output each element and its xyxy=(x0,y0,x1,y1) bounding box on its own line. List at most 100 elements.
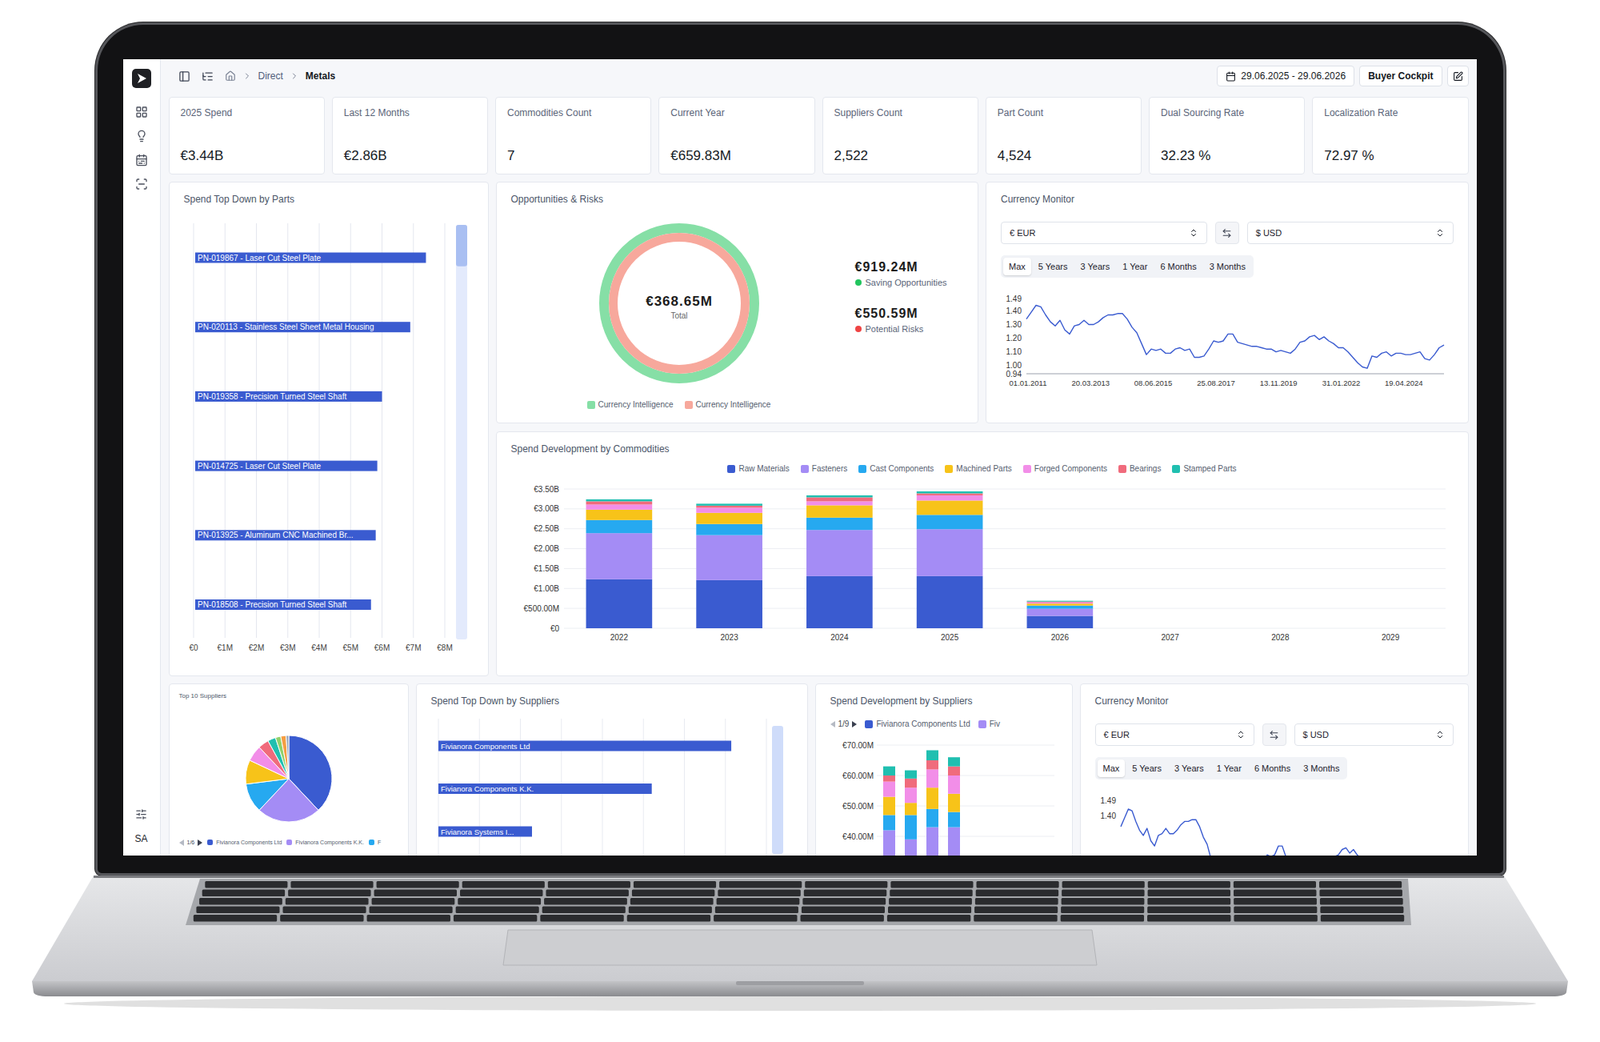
key[interactable] xyxy=(719,880,802,888)
bar-segment[interactable] xyxy=(1026,605,1093,609)
range-tab[interactable]: 3 Years xyxy=(1168,759,1210,777)
key[interactable] xyxy=(288,889,371,897)
legend-item[interactable]: Machined Parts xyxy=(944,463,1012,475)
range-tab[interactable]: 3 Months xyxy=(1297,759,1345,777)
key[interactable] xyxy=(1147,914,1231,922)
key[interactable] xyxy=(1319,880,1402,888)
key[interactable] xyxy=(1147,906,1231,914)
previous-page-icon[interactable] xyxy=(179,839,184,846)
range-tab[interactable]: 5 Years xyxy=(1032,257,1074,276)
legend-item[interactable]: F xyxy=(368,837,381,847)
key[interactable] xyxy=(632,889,715,897)
trackpad[interactable] xyxy=(503,929,1097,965)
key[interactable] xyxy=(1233,906,1317,914)
breadcrumb-item[interactable]: Direct xyxy=(258,69,284,83)
key[interactable] xyxy=(974,906,1058,914)
key[interactable] xyxy=(800,914,884,922)
key[interactable] xyxy=(888,906,972,914)
key[interactable] xyxy=(802,897,886,905)
bar-segment[interactable] xyxy=(883,781,896,797)
bar-segment[interactable] xyxy=(696,535,763,580)
bar-segment[interactable] xyxy=(806,529,873,576)
lightbulb-icon[interactable] xyxy=(135,129,148,143)
bar-segment[interactable] xyxy=(948,775,960,794)
key[interactable] xyxy=(1060,906,1144,914)
key[interactable] xyxy=(545,889,628,897)
next-page-icon[interactable] xyxy=(197,839,203,846)
bar-segment[interactable] xyxy=(806,576,873,628)
key[interactable] xyxy=(717,889,800,897)
legend-item[interactable]: Raw Materials xyxy=(727,463,789,475)
pie-slice[interactable] xyxy=(280,735,288,779)
bar-segment[interactable] xyxy=(585,509,652,520)
bar-segment[interactable] xyxy=(883,829,896,856)
key[interactable] xyxy=(1233,880,1316,888)
key[interactable] xyxy=(285,897,369,905)
key[interactable] xyxy=(890,880,973,888)
bar-segment[interactable] xyxy=(904,839,917,856)
bar-segment[interactable] xyxy=(916,491,983,493)
legend-item[interactable]: Fivianora Components Ltd xyxy=(207,837,282,847)
bar-segment[interactable] xyxy=(883,814,896,830)
bar-segment[interactable] xyxy=(1026,603,1093,605)
bar-segment[interactable] xyxy=(916,500,983,515)
bar-segment[interactable] xyxy=(696,512,763,524)
key[interactable] xyxy=(889,889,972,897)
key[interactable] xyxy=(1233,889,1316,897)
settings-icon[interactable] xyxy=(135,808,148,820)
bar-segment[interactable] xyxy=(585,532,652,580)
bar-segment[interactable] xyxy=(926,808,939,828)
bar-segment[interactable] xyxy=(696,580,763,628)
bar-segment[interactable] xyxy=(948,756,960,766)
bar-segment[interactable] xyxy=(916,495,983,500)
bar-segment[interactable] xyxy=(904,778,917,788)
key[interactable] xyxy=(976,880,1059,888)
key[interactable] xyxy=(1233,897,1317,905)
legend-item[interactable]: Bearings xyxy=(1118,463,1161,475)
bar-segment[interactable] xyxy=(926,760,939,769)
key[interactable] xyxy=(372,897,456,905)
bar-segment[interactable] xyxy=(806,496,873,501)
bar-segment[interactable] xyxy=(806,495,873,497)
part-bar[interactable]: PN-019358 - Precision Turned Steel Shaft xyxy=(195,391,383,402)
key[interactable] xyxy=(628,906,712,914)
key[interactable] xyxy=(804,889,887,897)
key[interactable] xyxy=(374,889,457,897)
scan-icon[interactable] xyxy=(135,177,148,191)
to-currency-select[interactable]: $ USD xyxy=(1294,723,1454,746)
key[interactable] xyxy=(457,897,541,905)
range-tab[interactable]: 3 Years xyxy=(1074,257,1116,276)
key[interactable] xyxy=(460,889,543,897)
supplier-bar[interactable]: Fivianora Components Ltd xyxy=(438,740,732,752)
tree-icon[interactable] xyxy=(201,70,214,83)
swap-button[interactable] xyxy=(1215,221,1240,244)
key[interactable] xyxy=(280,914,364,922)
bar-segment[interactable] xyxy=(696,524,763,536)
legend-item[interactable]: Fiv xyxy=(978,718,1000,730)
bar-segment[interactable] xyxy=(696,507,763,512)
range-tab[interactable]: 5 Years xyxy=(1126,759,1168,777)
bar-segment[interactable] xyxy=(916,576,983,628)
key[interactable] xyxy=(1061,897,1145,905)
from-currency-select[interactable]: € EUR xyxy=(1000,221,1208,244)
legend-item[interactable]: Fivianora Components K.K. xyxy=(286,837,364,847)
bar-segment[interactable] xyxy=(696,505,763,508)
key[interactable] xyxy=(456,906,540,914)
date-range-button[interactable]: 29.06.2025 - 29.06.2026 xyxy=(1216,65,1355,87)
key[interactable] xyxy=(973,914,1057,922)
key[interactable] xyxy=(1147,897,1231,905)
bar-segment[interactable] xyxy=(904,787,917,803)
swap-button[interactable] xyxy=(1262,723,1287,746)
bar-segment[interactable] xyxy=(696,503,763,505)
range-tab[interactable]: 3 Months xyxy=(1204,257,1252,276)
pie-slice[interactable] xyxy=(285,735,288,779)
key[interactable] xyxy=(202,889,285,897)
key[interactable] xyxy=(1060,914,1144,922)
key[interactable] xyxy=(1319,889,1402,897)
home-icon[interactable] xyxy=(224,70,236,82)
legend-item[interactable]: Currency Intelligence xyxy=(587,399,674,411)
legend-item[interactable]: Currency Intelligence xyxy=(684,399,772,411)
key[interactable] xyxy=(1148,880,1231,888)
part-bar[interactable]: PN-018508 - Precision Turned Steel Shaft xyxy=(195,599,372,610)
key[interactable] xyxy=(888,897,972,905)
